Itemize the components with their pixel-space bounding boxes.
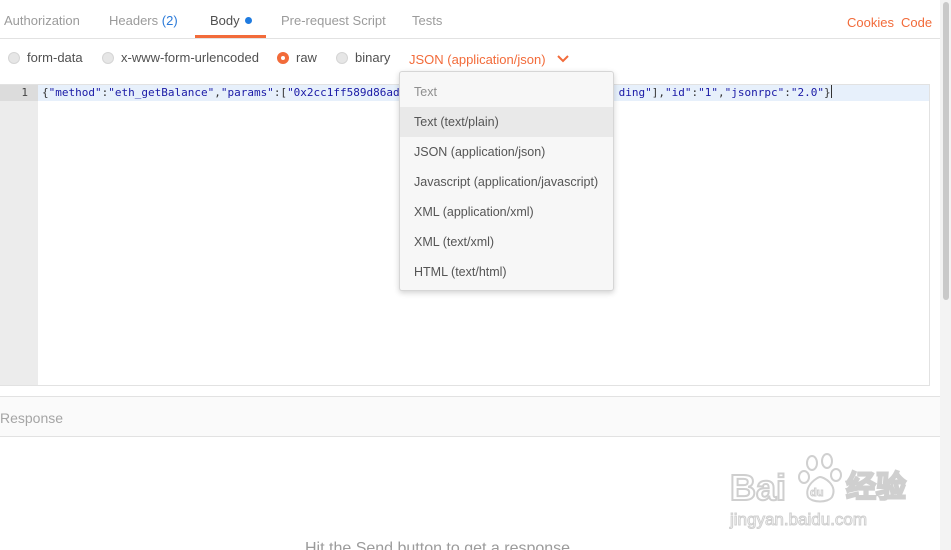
tab-authorization[interactable]: Authorization	[4, 13, 80, 28]
code-string: "params"	[220, 86, 274, 99]
text-cursor	[830, 85, 832, 98]
code-punct: }	[824, 86, 831, 99]
radio-label: form-data	[27, 50, 83, 65]
tab-tests[interactable]: Tests	[412, 13, 442, 28]
svg-text:Bai: Bai	[730, 467, 786, 508]
response-title: Response	[0, 410, 64, 426]
svg-text:jingyan.baidu.com: jingyan.baidu.com	[729, 510, 867, 529]
dropdown-item-html[interactable]: HTML (text/html)	[400, 257, 613, 287]
code-punct: ,	[718, 86, 725, 99]
code-string: "1"	[698, 86, 719, 99]
request-tabs: Authorization Headers (2) Body Pre-reque…	[0, 0, 940, 39]
dropdown-item-text-plain[interactable]: Text (text/plain)	[400, 107, 613, 137]
radio-label: x-www-form-urlencoded	[121, 50, 259, 65]
svg-text:du: du	[810, 487, 823, 499]
radio-circle-icon	[8, 51, 20, 64]
svg-text:经验: 经验	[846, 470, 906, 505]
code-link[interactable]: Code	[901, 15, 932, 30]
code-string: "eth_getBalance"	[108, 86, 215, 99]
content-type-label: JSON (application/json)	[409, 52, 546, 67]
tab-headers[interactable]: Headers (2)	[109, 13, 178, 28]
response-header: Response	[0, 396, 940, 437]
radio-label: binary	[355, 50, 391, 65]
tab-body-label: Body	[210, 13, 240, 28]
radio-circle-icon	[102, 51, 114, 64]
code-string: "method"	[48, 86, 102, 99]
dropdown-header: Text	[414, 85, 437, 99]
scrollbar-thumb[interactable]	[943, 2, 949, 300]
content-type-select[interactable]: JSON (application/json)	[409, 52, 569, 67]
dropdown-item-xml-application[interactable]: XML (application/xml)	[400, 197, 613, 227]
headers-count-badge: (2)	[161, 13, 178, 28]
chevron-down-icon	[557, 55, 569, 63]
app-window: Authorization Headers (2) Body Pre-reque…	[0, 0, 951, 550]
send-hint-text: Hit the Send button to get a response.	[305, 540, 575, 550]
tab-prerequest-script[interactable]: Pre-request Script	[281, 13, 386, 28]
code-string: "0x2cc1ff589d86ad	[287, 86, 400, 99]
baidu-jingyan-watermark-logo: Bai du 经验 jingyan.baidu.com	[729, 453, 907, 530]
radio-raw[interactable]: raw	[277, 50, 317, 65]
tab-body[interactable]: Body	[210, 13, 252, 28]
radio-binary[interactable]: binary	[336, 50, 390, 65]
code-punct: :[	[273, 86, 288, 99]
line-number: 1	[21, 86, 28, 99]
code-punct: {	[42, 86, 49, 99]
radio-form-data[interactable]: form-data	[8, 50, 83, 65]
radio-selected-icon	[277, 51, 289, 64]
body-type-selector: form-data x-www-form-urlencoded raw bina…	[0, 50, 700, 70]
code-string: "jsonrpc"	[724, 86, 785, 99]
radio-label: raw	[296, 50, 317, 65]
code-string: "2.0"	[790, 86, 825, 99]
line-numbers: 1	[0, 85, 38, 385]
code-punct: ],	[651, 86, 666, 99]
dropdown-item-json[interactable]: JSON (application/json)	[400, 137, 613, 167]
code-punct: ,	[214, 86, 221, 99]
active-tab-indicator	[195, 35, 266, 38]
content-type-dropdown: Text Text (text/plain) JSON (application…	[399, 71, 614, 291]
code-string: "id"	[665, 86, 692, 99]
code-punct: :	[784, 86, 791, 99]
dropdown-item-xml-text[interactable]: XML (text/xml)	[400, 227, 613, 257]
tab-headers-label: Headers	[109, 13, 159, 28]
cookies-link[interactable]: Cookies	[847, 15, 894, 30]
code-string: ding"	[618, 86, 652, 99]
dropdown-item-javascript[interactable]: Javascript (application/javascript)	[400, 167, 613, 197]
radio-urlencoded[interactable]: x-www-form-urlencoded	[102, 50, 259, 65]
radio-circle-icon	[336, 51, 348, 64]
modified-dot-icon	[244, 17, 252, 24]
